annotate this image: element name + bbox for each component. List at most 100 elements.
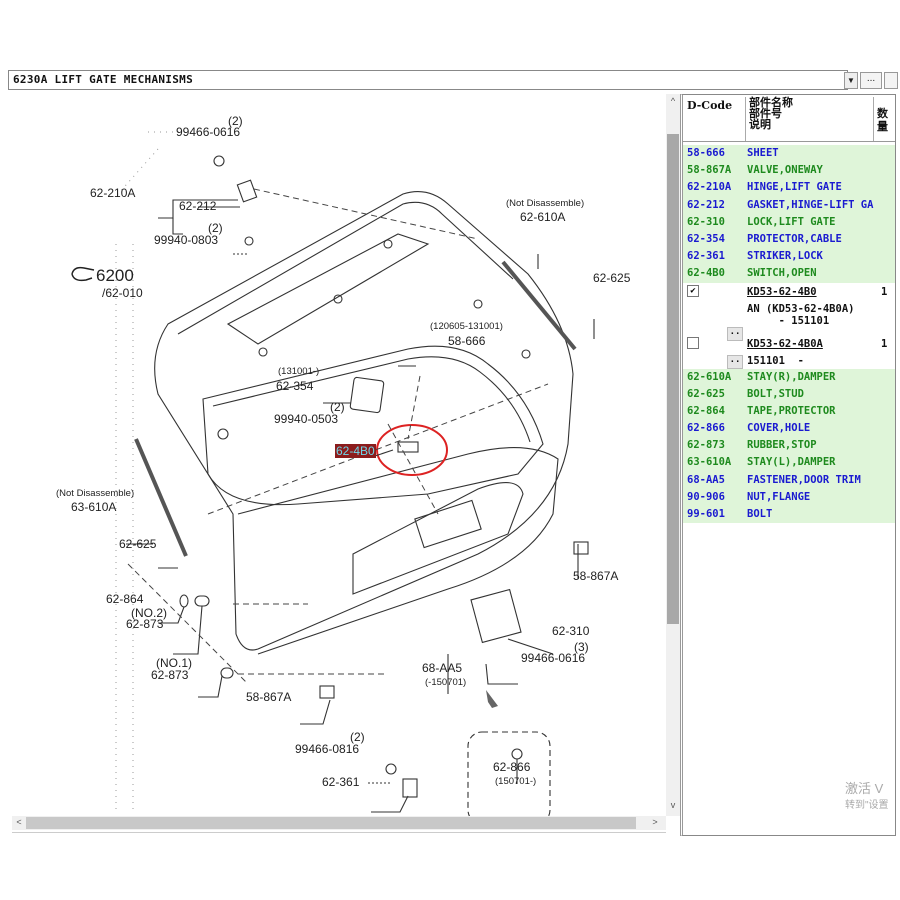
- part-qty: 1: [881, 285, 888, 298]
- callout-58-666[interactable]: 58-666: [448, 334, 485, 348]
- callout-62-873[interactable]: 62-873: [126, 617, 163, 631]
- part-row-62-873[interactable]: 62-873 RUBBER,STOP: [683, 437, 895, 455]
- callout-62-625[interactable]: 62-625: [119, 537, 156, 551]
- part-number[interactable]: KD53-62-4B0A: [747, 338, 823, 350]
- part-code: 63-610A: [687, 456, 732, 469]
- part-row-90-906[interactable]: 90-906 NUT,FLANGE: [683, 488, 895, 506]
- exploded-diagram[interactable]: (2) 99466-0616 62-210A 62-212 (2) 99940-…: [8, 94, 668, 816]
- callout-note: (-150701): [425, 677, 467, 688]
- callout-62-210A[interactable]: 62-210A: [90, 186, 135, 200]
- callout-99466-0616[interactable]: 99466-0616: [521, 651, 585, 665]
- part-name: COVER,HOLE: [747, 422, 811, 435]
- part-row-62-310[interactable]: 62-310 LOCK,LIFT GATE: [683, 213, 895, 231]
- striker-part: [402, 778, 418, 798]
- callout-58-867A[interactable]: 58-867A: [246, 690, 291, 704]
- sub-item[interactable]: KD53-62-4B0A 1 151101 - ..: [683, 335, 895, 369]
- section-selector[interactable]: 6230A LIFT GATE MECHANISMS: [8, 70, 848, 90]
- window-opening: [202, 345, 544, 506]
- callout-62-310[interactable]: 62-310: [552, 624, 589, 638]
- checkbox-checked[interactable]: ✔: [687, 284, 699, 297]
- scroll-up-icon[interactable]: ^: [666, 96, 680, 106]
- extra-button[interactable]: [884, 72, 898, 89]
- activation-watermark-sub: 转到"设置: [845, 800, 889, 811]
- part-row-63-610A[interactable]: 63-610A STAY(L),DAMPER: [683, 454, 895, 472]
- part-row-62-625[interactable]: 62-625 BOLT,STUD: [683, 385, 895, 403]
- part-row-62-4B0[interactable]: 62-4B0 SWITCH,OPEN: [683, 265, 895, 283]
- part-name: BOLT: [747, 508, 773, 520]
- callout-62-610A[interactable]: 62-610A: [520, 210, 565, 224]
- sub-item[interactable]: ✔ KD53-62-4B0 1 AN (KD53-62-4B0A) - 1511…: [683, 283, 895, 341]
- callout-58-867A[interactable]: 58-867A: [573, 569, 618, 583]
- part-name: NUT,FLANGE: [747, 490, 811, 503]
- part-row-62-354[interactable]: 62-354 PROTECTOR,CABLE: [683, 230, 895, 249]
- header-qty-line2: 量: [877, 120, 888, 133]
- vertical-scroll-thumb[interactable]: [667, 134, 679, 624]
- callout-63-610A[interactable]: 63-610A: [71, 500, 116, 514]
- section-title: 6230A LIFT GATE MECHANISMS: [13, 73, 193, 86]
- callout-note: (120605-131001): [430, 321, 503, 332]
- callout-99466-0816[interactable]: 99466-0816: [295, 742, 359, 756]
- callout-99940-0803[interactable]: 99940-0803: [154, 233, 218, 247]
- part-code: 99-601: [687, 508, 725, 520]
- callout-62-866[interactable]: 62-866: [493, 760, 530, 774]
- header-d-code: D-Code: [687, 99, 733, 112]
- parts-rows: 58-666 SHEET 58-867A VALVE,ONEWAY 62-210A HIN…: [683, 145, 895, 524]
- part-row-99-601[interactable]: 99-601 BOLT: [683, 506, 895, 524]
- callout-note: (Not Disassemble): [56, 488, 135, 499]
- callout-62-212[interactable]: 62-212: [179, 199, 216, 213]
- part-row-62-210A[interactable]: 62-210A HINGE,LIFT GATE: [683, 179, 895, 197]
- diagram-vertical-scrollbar[interactable]: ^ v: [666, 94, 680, 816]
- callout-62-361[interactable]: 62-361: [322, 775, 359, 789]
- part-qty: 1: [881, 337, 888, 350]
- diagram-horizontal-scrollbar[interactable]: < >: [12, 816, 666, 830]
- part-row-58-666[interactable]: 58-666 SHEET: [683, 145, 895, 163]
- group-ref-6200[interactable]: 6200: [96, 266, 134, 286]
- protector-part: [349, 376, 385, 414]
- part-code: 90-906: [687, 490, 725, 503]
- horizontal-scroll-thumb[interactable]: [26, 817, 636, 829]
- callout-62-864[interactable]: 62-864: [106, 592, 143, 606]
- part-code: 62-212: [687, 198, 725, 211]
- part-code: 62-361: [687, 250, 725, 263]
- part-row-62-864[interactable]: 62-864 TAPE,PROTECTOR: [683, 402, 895, 421]
- callout-62-625[interactable]: 62-625: [593, 271, 630, 285]
- scroll-down-icon[interactable]: v: [666, 800, 680, 810]
- chevron-down-icon[interactable]: ▼: [844, 72, 858, 89]
- part-row-62-866[interactable]: 62-866 COVER,HOLE: [683, 420, 895, 438]
- part-code: 62-354: [687, 232, 725, 245]
- details-button[interactable]: ..: [727, 354, 743, 369]
- callout-62-4B0-highlighted[interactable]: 62-4B0: [335, 444, 376, 458]
- callout-62-354[interactable]: 62-354: [276, 379, 313, 393]
- callout-62-873[interactable]: 62-873: [151, 668, 188, 682]
- checkbox-unchecked[interactable]: [687, 336, 699, 349]
- header-description-line: 说明: [749, 118, 771, 131]
- part-code: 62-864: [687, 404, 725, 417]
- part-number[interactable]: KD53-62-4B0: [747, 286, 817, 298]
- callout-99466-0616[interactable]: 99466-0616: [176, 125, 240, 139]
- pointing-hand-icon: [71, 266, 95, 282]
- part-name: STAY(R),DAMPER: [747, 370, 836, 383]
- part-row-58-867A[interactable]: 58-867A VALVE,ONEWAY: [683, 162, 895, 180]
- part-name: BOLT,STUD: [747, 387, 804, 400]
- part-note: AN (KD53-62-4B0A) - 151101: [747, 302, 855, 327]
- part-row-62-361[interactable]: 62-361 STRIKER,LOCK: [683, 248, 895, 266]
- callout-99940-0503[interactable]: 99940-0503: [274, 412, 338, 426]
- part-name: PROTECTOR,CABLE: [747, 232, 842, 245]
- callout-68-AA5[interactable]: 68-AA5: [422, 661, 462, 675]
- part-name: STRIKER,LOCK: [747, 250, 823, 263]
- valve-part-left: [319, 685, 335, 699]
- part-row-68-AA5[interactable]: 68-AA5 FASTENER,DOOR TRIM: [683, 471, 895, 489]
- part-code: 62-210A: [687, 181, 732, 194]
- hinge-part: [236, 179, 258, 203]
- part-row-62-212[interactable]: 62-212 GASKET,HINGE-LIFT GA: [683, 196, 895, 214]
- part-name: FASTENER,DOOR TRIM: [747, 473, 861, 486]
- view-arrow: [486, 690, 498, 708]
- part-row-62-610A[interactable]: 62-610A STAY(R),DAMPER: [683, 368, 895, 386]
- scroll-left-icon[interactable]: <: [12, 817, 26, 827]
- scroll-right-icon[interactable]: >: [648, 817, 662, 827]
- more-button[interactable]: ...: [860, 72, 882, 89]
- part-code: 62-866: [687, 422, 725, 435]
- group-ref-sub[interactable]: /62-010: [102, 286, 143, 300]
- part-name: VALVE,ONEWAY: [747, 164, 823, 177]
- valve-part-right: [573, 541, 589, 555]
